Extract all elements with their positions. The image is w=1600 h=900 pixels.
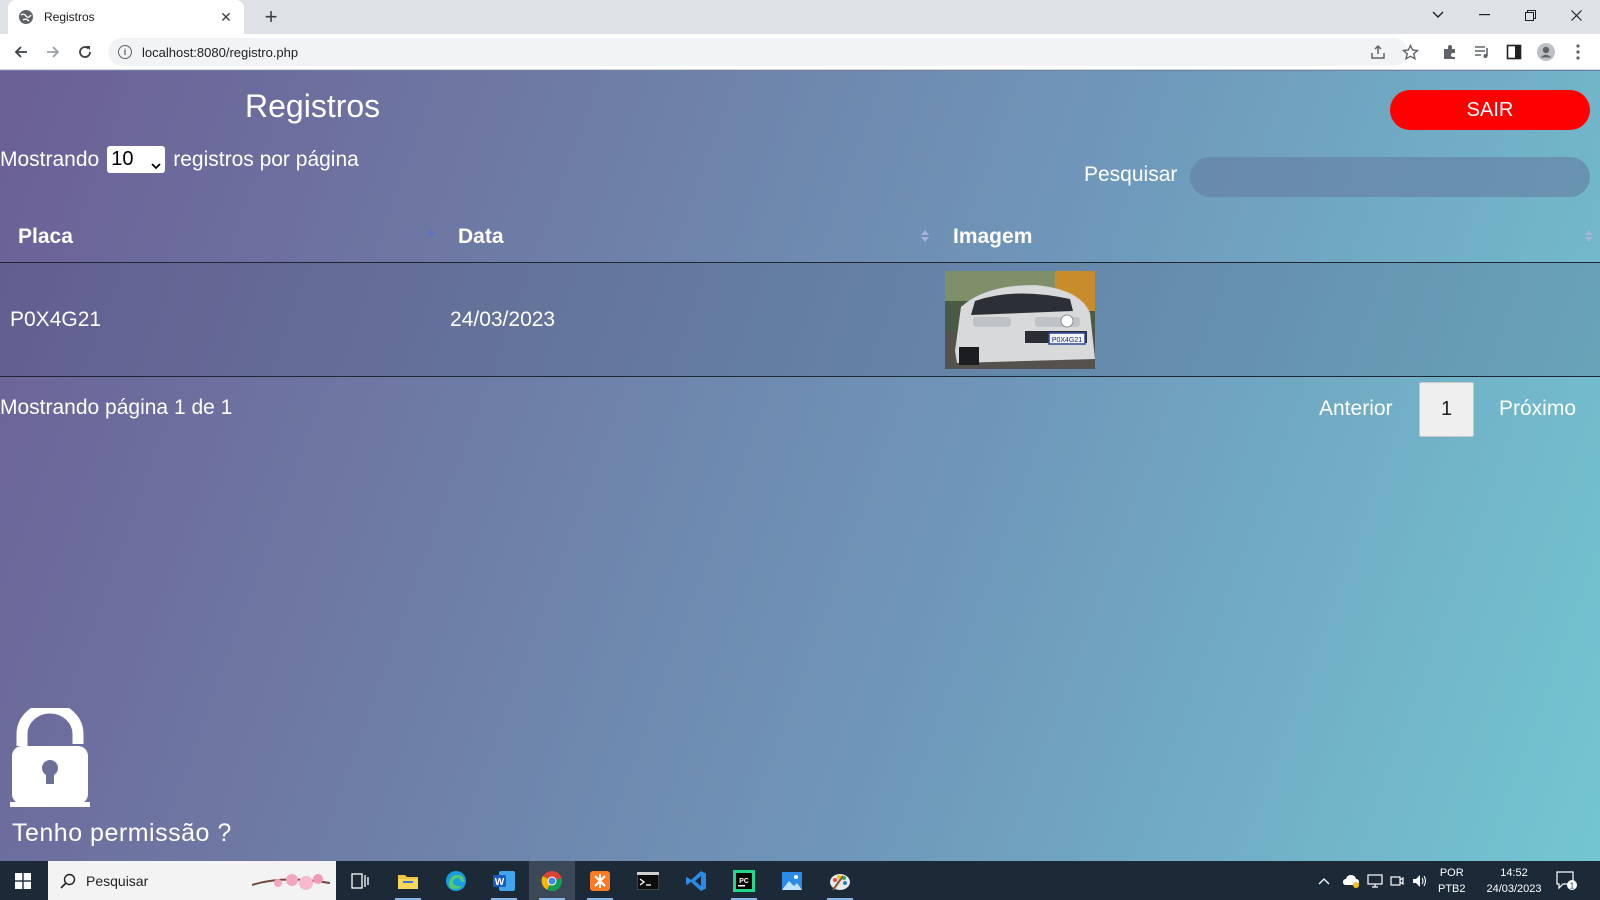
notification-count: 1 — [1570, 881, 1575, 890]
search-input[interactable] — [1190, 157, 1590, 197]
svg-text:W: W — [495, 877, 505, 888]
browser-tabstrip: Registros ✕ + — [0, 0, 1600, 34]
clock[interactable]: 14:52 24/03/2023 — [1478, 861, 1550, 900]
camera-icon[interactable] — [1390, 861, 1404, 900]
taskbar-search[interactable]: Pesquisar — [48, 861, 336, 900]
column-header-imagem[interactable]: Imagem — [953, 211, 1032, 263]
length-control: Mostrando 10 registros por página — [0, 146, 359, 173]
paint-icon[interactable] — [817, 861, 863, 900]
column-label: Placa — [18, 225, 73, 248]
length-select[interactable]: 10 — [107, 146, 166, 176]
task-view-icon[interactable] — [337, 861, 383, 900]
cell-data: 24/03/2023 — [450, 308, 556, 331]
page-content: Registros SAIR Mostrando 10 registros po… — [0, 71, 1600, 861]
terminal-icon[interactable] — [625, 861, 671, 900]
restore-icon[interactable] — [1507, 0, 1553, 30]
length-value: 10 — [111, 148, 134, 170]
clock-time: 14:52 — [1500, 866, 1528, 879]
chevron-down-icon — [151, 153, 161, 176]
menu-icon[interactable] — [1568, 42, 1588, 62]
lock-open-icon[interactable] — [10, 702, 90, 808]
close-window-icon[interactable] — [1553, 0, 1599, 30]
info-icon[interactable]: i — [118, 45, 132, 59]
edge-icon[interactable] — [433, 861, 479, 900]
pycharm-icon[interactable]: PC — [721, 861, 767, 900]
car-image[interactable]: P0X4G21 — [945, 271, 1095, 369]
taskbar-search-placeholder: Pesquisar — [86, 872, 149, 889]
close-icon[interactable]: ✕ — [218, 9, 234, 26]
notification-icon[interactable]: 1 — [1556, 861, 1578, 900]
address-bar[interactable]: i localhost:8080/registro.php — [108, 38, 1408, 66]
network-icon[interactable] — [1367, 861, 1383, 900]
cell-placa: P0X4G21 — [10, 308, 102, 331]
sidepanel-icon[interactable] — [1504, 42, 1524, 62]
search-icon — [60, 873, 76, 889]
browser-tab[interactable]: Registros ✕ — [8, 0, 244, 34]
sort-icon[interactable] — [921, 228, 929, 244]
clock-date: 24/03/2023 — [1486, 882, 1542, 895]
onedrive-icon[interactable] — [1342, 861, 1360, 900]
search-label: Pesquisar — [1084, 163, 1178, 186]
profile-icon[interactable] — [1536, 42, 1556, 62]
xampp-icon[interactable] — [577, 861, 623, 900]
vscode-icon[interactable] — [673, 861, 719, 900]
minimize-icon[interactable] — [1461, 0, 1507, 30]
star-icon[interactable] — [1400, 42, 1420, 62]
permission-link[interactable]: Tenho permissão ? — [12, 819, 232, 848]
column-header-data[interactable]: Data — [458, 211, 504, 263]
table-header: Placa Data Imagem — [0, 211, 1600, 263]
forward-icon[interactable] — [40, 39, 66, 65]
share-icon[interactable] — [1368, 42, 1388, 62]
chevron-up-icon[interactable] — [1318, 861, 1330, 900]
file-explorer-icon[interactable] — [385, 861, 431, 900]
keyboard-text: PTB2 — [1438, 882, 1466, 895]
next-button[interactable]: Próximo — [1499, 397, 1576, 421]
column-label: Imagem — [953, 225, 1033, 248]
column-header-placa[interactable]: Placa — [18, 211, 73, 263]
tab-title: Registros — [44, 10, 95, 24]
pagination-info: Mostrando página 1 de 1 — [0, 396, 233, 419]
length-prefix: Mostrando — [0, 147, 100, 171]
chevron-down-icon[interactable] — [1415, 0, 1461, 30]
chrome-icon[interactable] — [529, 861, 575, 900]
previous-button[interactable]: Anterior — [1319, 397, 1393, 421]
url-text: localhost:8080/registro.php — [142, 44, 299, 60]
volume-icon[interactable] — [1412, 861, 1428, 900]
svg-text:PC: PC — [739, 878, 749, 885]
taskbar: Pesquisar W PC POR PTB2 14:52 24/03/2023… — [0, 861, 1600, 900]
photos-icon[interactable] — [769, 861, 815, 900]
media-icon[interactable] — [1472, 42, 1492, 62]
column-label: Data — [458, 225, 504, 248]
globe-icon — [18, 9, 34, 25]
table-row[interactable]: P0X4G21 24/03/2023 P0X4G21 — [0, 263, 1600, 377]
windows-icon[interactable] — [0, 861, 46, 900]
plate-text: P0X4G21 — [1052, 337, 1082, 344]
plus-icon[interactable]: + — [258, 4, 284, 30]
page-title: Registros — [245, 88, 381, 124]
reload-icon[interactable] — [72, 39, 98, 65]
cherry-blossom-icon — [251, 865, 332, 896]
sort-asc-icon[interactable] — [427, 228, 435, 244]
language-indicator[interactable]: POR PTB2 — [1438, 861, 1466, 900]
language-text: POR — [1439, 866, 1464, 879]
browser-toolbar: i localhost:8080/registro.php — [0, 34, 1600, 70]
word-icon[interactable]: W — [481, 861, 527, 900]
back-icon[interactable] — [8, 39, 34, 65]
length-suffix: registros por página — [173, 147, 359, 171]
puzzle-icon[interactable] — [1440, 42, 1460, 62]
sort-icon[interactable] — [1585, 228, 1593, 244]
logout-button[interactable]: SAIR — [1390, 90, 1590, 130]
page-button-current[interactable]: 1 — [1419, 382, 1474, 437]
